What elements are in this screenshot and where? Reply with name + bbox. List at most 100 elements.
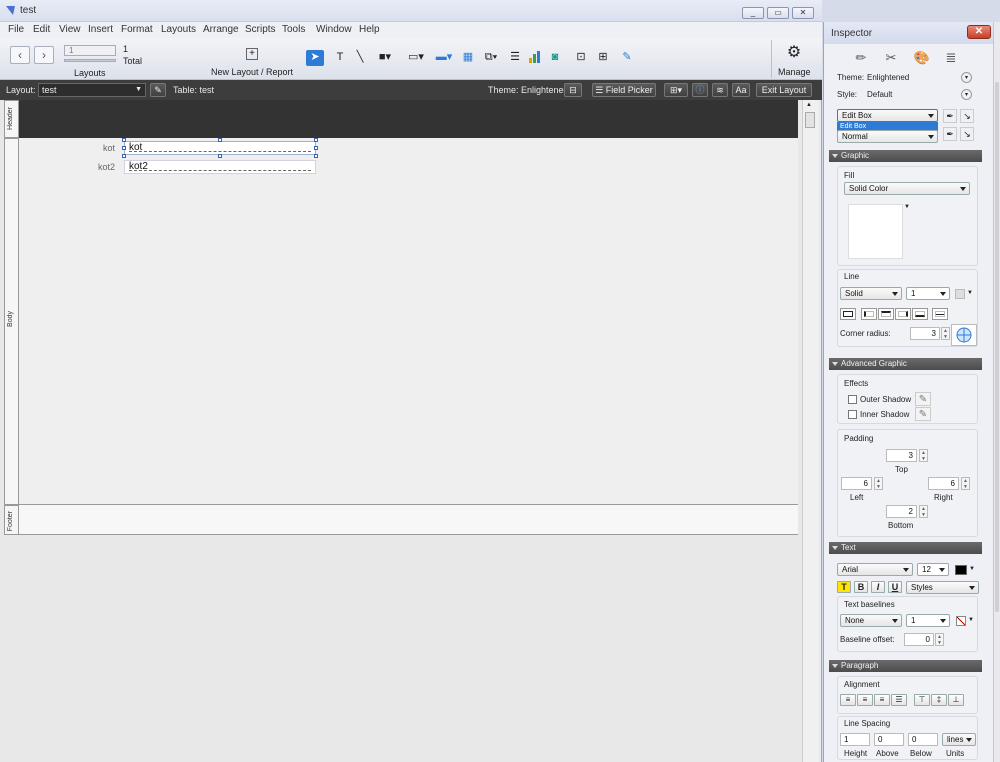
inner-shadow-edit-icon[interactable]: ✎: [915, 407, 931, 421]
padding-bottom-stepper[interactable]: ▲ ▼: [919, 505, 928, 518]
button-bar-tool-icon[interactable]: ▦: [458, 50, 478, 66]
eyedropper-icon[interactable]: ✒: [943, 109, 957, 123]
grid-menu-button[interactable]: ⊞▾: [664, 83, 688, 97]
format-painter-icon[interactable]: ✎: [618, 50, 636, 66]
selection-handle[interactable]: [218, 138, 222, 142]
close-button[interactable]: ✕: [792, 7, 814, 19]
padding-top-input[interactable]: 3: [886, 449, 917, 462]
menu-edit[interactable]: Edit: [33, 24, 50, 35]
new-layout-label[interactable]: New Layout / Report: [211, 67, 293, 77]
menu-window[interactable]: Window: [316, 24, 352, 35]
padding-left-stepper[interactable]: ▲ ▼: [874, 477, 883, 490]
outer-shadow-checkbox[interactable]: [848, 395, 857, 404]
border-left-icon[interactable]: [861, 308, 877, 320]
theme-button[interactable]: ⊟: [564, 83, 582, 97]
corner-radius-input[interactable]: 3: [910, 327, 940, 340]
valign-bottom-icon[interactable]: ⊥: [948, 694, 964, 706]
pointer-tool-icon[interactable]: ➤: [306, 50, 324, 66]
selection-handle[interactable]: [314, 154, 318, 158]
style-menu-icon[interactable]: ▾: [961, 89, 972, 100]
edit-layout-name-button[interactable]: ✎: [150, 83, 166, 97]
portal-tool-icon[interactable]: ☰: [506, 50, 524, 66]
border-right-icon[interactable]: [895, 308, 911, 320]
new-layout-icon[interactable]: +: [246, 48, 258, 60]
padding-right-input[interactable]: 6: [928, 477, 959, 490]
header-part[interactable]: [19, 100, 798, 138]
align-justify-icon[interactable]: ☰: [891, 694, 907, 706]
outer-shadow-edit-icon[interactable]: ✎: [915, 392, 931, 406]
vertical-scrollbar[interactable]: ▲: [802, 100, 818, 762]
baseline-offset-stepper[interactable]: ▲ ▼: [935, 633, 944, 646]
fill-color-swatch[interactable]: [848, 204, 903, 259]
paragraph-section-header[interactable]: Paragraph: [829, 660, 982, 672]
chevron-down-icon[interactable]: ▼: [967, 290, 973, 296]
maximize-button[interactable]: ▭: [767, 7, 789, 19]
field-kot2[interactable]: kot2: [124, 160, 316, 174]
baseline-offset-input[interactable]: 0: [904, 633, 934, 646]
text-color-swatch[interactable]: [955, 565, 967, 575]
chart-tool-icon[interactable]: [527, 50, 543, 66]
menu-view[interactable]: View: [59, 24, 81, 35]
padding-left-input[interactable]: 6: [841, 477, 872, 490]
italic-button[interactable]: I: [871, 581, 885, 593]
space-below-input[interactable]: 0: [908, 733, 938, 746]
object-part-select[interactable]: Edit Box: [837, 109, 938, 122]
font-size-select[interactable]: 12: [917, 563, 949, 576]
space-above-input[interactable]: 0: [874, 733, 904, 746]
line-color-swatch[interactable]: [955, 289, 965, 299]
text-section-header[interactable]: Text: [829, 542, 982, 554]
selection-handle[interactable]: [314, 138, 318, 142]
styles-tab-icon[interactable]: ✂: [883, 50, 899, 66]
field-kot[interactable]: kot: [124, 141, 316, 155]
button-tool-icon[interactable]: ▬▾: [432, 50, 456, 66]
record-number-field[interactable]: 1: [64, 45, 116, 56]
padding-right-stepper[interactable]: ▲ ▼: [961, 477, 970, 490]
rectangle-tool-icon[interactable]: ■▾: [374, 50, 396, 66]
field-label-kot[interactable]: kot: [75, 143, 115, 153]
border-all-icon[interactable]: [840, 308, 856, 320]
fill-type-select[interactable]: Solid Color: [844, 182, 970, 195]
bold-button[interactable]: B: [854, 581, 868, 593]
underline-button[interactable]: U: [888, 581, 902, 593]
corner-radius-stepper[interactable]: ▲ ▼: [941, 327, 950, 340]
line-width-select[interactable]: 1: [906, 287, 950, 300]
baseline-style-select[interactable]: None: [840, 614, 902, 627]
line-tool-icon[interactable]: ╲: [352, 50, 368, 66]
header-part-tab[interactable]: Header: [4, 100, 19, 138]
valign-top-icon[interactable]: ⊤: [914, 694, 930, 706]
menu-tools[interactable]: Tools: [282, 24, 305, 35]
menu-help[interactable]: Help: [359, 24, 380, 35]
align-left-icon[interactable]: ≡: [840, 694, 856, 706]
layout-select[interactable]: test ▼: [38, 83, 146, 97]
padding-bottom-input[interactable]: 2: [886, 505, 917, 518]
state-select[interactable]: Normal: [837, 130, 938, 143]
corner-selector-icon[interactable]: [951, 324, 977, 346]
field-picker-button[interactable]: ☰ Field Picker: [592, 83, 656, 97]
inspector-close-button[interactable]: ✕: [967, 25, 991, 39]
line-height-input[interactable]: 1: [840, 733, 870, 746]
footer-part[interactable]: [19, 505, 798, 535]
selection-handle[interactable]: [122, 138, 126, 142]
layers-icon[interactable]: ≋: [712, 83, 728, 97]
body-part-tab[interactable]: Body: [4, 138, 19, 505]
graphic-section-header[interactable]: Graphic: [829, 150, 982, 162]
theme-menu-icon[interactable]: ▾: [961, 72, 972, 83]
advanced-graphic-section-header[interactable]: Advanced Graphic: [829, 358, 982, 370]
next-layout-button[interactable]: ›: [34, 46, 54, 64]
align-center-icon[interactable]: ≡: [857, 694, 873, 706]
line-style-select[interactable]: Solid: [840, 287, 902, 300]
eyedropper-icon[interactable]: ✒: [943, 127, 957, 141]
footer-part-tab[interactable]: Footer: [4, 505, 19, 535]
field-tool-icon[interactable]: ▭▾: [404, 50, 428, 66]
reset-style-icon[interactable]: ↘: [960, 127, 974, 141]
text-styles-select[interactable]: Styles: [906, 581, 979, 594]
exit-layout-button[interactable]: Exit Layout: [756, 83, 812, 97]
minimize-button[interactable]: _: [742, 7, 764, 19]
menu-insert[interactable]: Insert: [88, 24, 113, 35]
selection-handle[interactable]: [218, 154, 222, 158]
menu-arrange[interactable]: Arrange: [203, 24, 239, 35]
record-slider[interactable]: [64, 59, 116, 62]
web-viewer-tool-icon[interactable]: ◙: [547, 50, 563, 66]
reset-style-icon[interactable]: ↘: [960, 109, 974, 123]
field-label-kot2[interactable]: kot2: [75, 162, 115, 172]
